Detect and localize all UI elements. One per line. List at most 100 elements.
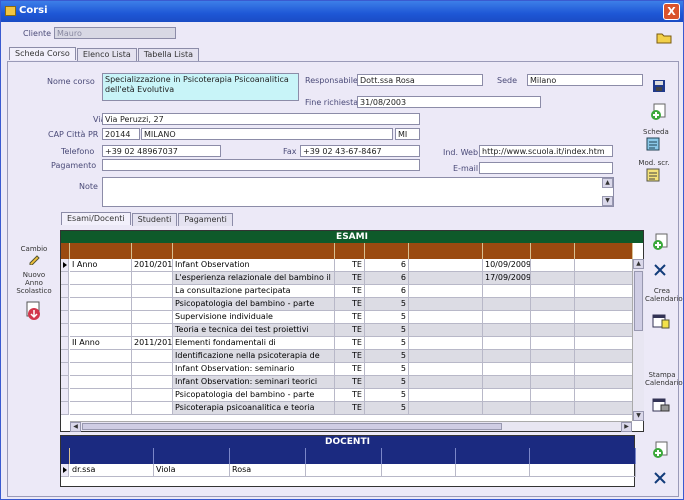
pencil-icon[interactable] — [28, 253, 40, 265]
esami-cell-isc[interactable]: 5 — [365, 298, 409, 311]
esami-cell-data[interactable] — [483, 350, 531, 363]
close-button[interactable]: X — [663, 3, 680, 20]
row-selector[interactable] — [61, 298, 69, 311]
esami-cell-post[interactable]: TE — [335, 272, 365, 285]
esami-cell-anno[interactable] — [132, 272, 173, 285]
esami-cell-esame[interactable]: Psicopatologia del bambino - parte — [173, 389, 335, 402]
esami-cell-post[interactable]: TE — [335, 298, 365, 311]
esami-cell-post[interactable]: TE — [335, 337, 365, 350]
tab-studenti[interactable]: Studenti — [131, 213, 178, 226]
esami-cell-isc[interactable]: 6 — [365, 259, 409, 272]
esami-cell-orario[interactable] — [409, 272, 483, 285]
esami-cell-data[interactable] — [483, 324, 531, 337]
esami-cell-ore[interactable] — [531, 272, 575, 285]
esami-cell-data[interactable] — [483, 285, 531, 298]
esami-cell-ac[interactable] — [70, 285, 132, 298]
esami-cell-anno[interactable] — [132, 363, 173, 376]
note-scroll-down[interactable]: ▼ — [602, 196, 613, 206]
esami-cell-esame[interactable]: Infant Observation — [173, 259, 335, 272]
note-field[interactable] — [102, 177, 614, 207]
esami-cell-data[interactable] — [483, 337, 531, 350]
esami-cell-anno[interactable] — [132, 376, 173, 389]
esami-cell-esame[interactable]: Elementi fondamentali di — [173, 337, 335, 350]
docenti-cell-titolo[interactable]: dr.ssa — [70, 464, 154, 477]
esami-cell-anno[interactable] — [132, 285, 173, 298]
esami-scroll-up[interactable]: ▲ — [633, 259, 644, 269]
esami-cell-data[interactable] — [483, 389, 531, 402]
esami-cell-orario[interactable] — [409, 363, 483, 376]
esami-cell-note[interactable] — [575, 259, 633, 272]
esami-cell-orario[interactable] — [409, 311, 483, 324]
row-selector[interactable] — [61, 350, 69, 363]
web-field[interactable]: http://www.scuola.it/index.htm — [479, 145, 613, 157]
row-selector[interactable] — [61, 311, 69, 324]
esami-cell-ore[interactable] — [531, 324, 575, 337]
esami-cell-ore[interactable] — [531, 337, 575, 350]
esami-cell-ore[interactable] — [531, 389, 575, 402]
esami-cell-data[interactable] — [483, 376, 531, 389]
scissors-icon[interactable] — [653, 263, 667, 277]
row-selector[interactable] — [61, 259, 69, 272]
esami-cell-post[interactable]: TE — [335, 402, 365, 415]
citta-field[interactable]: MILANO — [141, 128, 393, 140]
add-docente-icon[interactable] — [652, 441, 670, 459]
esami-cell-ac[interactable] — [70, 376, 132, 389]
esami-cell-orario[interactable] — [409, 285, 483, 298]
save-icon[interactable] — [652, 79, 666, 93]
esami-cell-note[interactable] — [575, 298, 633, 311]
esami-cell-note[interactable] — [575, 363, 633, 376]
esami-cell-esame[interactable]: L'esperienza relazionale del bambino il — [173, 272, 335, 285]
tab-tabella-lista[interactable]: Tabella Lista — [137, 48, 200, 61]
row-selector[interactable] — [61, 324, 69, 337]
esami-cell-esame[interactable]: La consultazione partecipata — [173, 285, 335, 298]
esami-cell-isc[interactable]: 6 — [365, 285, 409, 298]
esami-cell-post[interactable]: TE — [335, 311, 365, 324]
tab-pagamenti[interactable]: Pagamenti — [178, 213, 233, 226]
docenti-cell-nome[interactable]: Rosa — [230, 464, 306, 477]
esami-cell-post[interactable]: TE — [335, 324, 365, 337]
esami-cell-isc[interactable]: 5 — [365, 311, 409, 324]
row-selector[interactable] — [61, 389, 69, 402]
esami-cell-note[interactable] — [575, 389, 633, 402]
esami-cell-esame[interactable]: Teoria e tecnica dei test proiettivi — [173, 324, 335, 337]
esami-cell-ac[interactable]: II Anno — [70, 337, 132, 350]
esami-cell-esame[interactable]: Psicopatologia del bambino - parte — [173, 298, 335, 311]
esami-scroll-left[interactable]: ◀ — [70, 422, 81, 432]
esami-cell-post[interactable]: TE — [335, 389, 365, 402]
esami-cell-post[interactable]: TE — [335, 363, 365, 376]
esami-scroll-thumb[interactable] — [634, 271, 643, 331]
esami-cell-anno[interactable] — [132, 350, 173, 363]
esami-cell-ac[interactable] — [70, 350, 132, 363]
esami-cell-orario[interactable] — [409, 402, 483, 415]
row-selector[interactable] — [61, 402, 69, 415]
row-selector[interactable] — [61, 285, 69, 298]
pagamento-field[interactable] — [102, 159, 420, 171]
esami-cell-ac[interactable] — [70, 402, 132, 415]
esami-cell-post[interactable]: TE — [335, 376, 365, 389]
esami-cell-orario[interactable] — [409, 324, 483, 337]
docenti-cell-email[interactable] — [456, 464, 530, 477]
docenti-cell-note[interactable] — [530, 464, 636, 477]
docente-row-selector[interactable] — [61, 464, 69, 477]
esami-cell-ac[interactable]: I Anno — [70, 259, 132, 272]
print-calendar-icon[interactable] — [652, 397, 670, 413]
email-field[interactable] — [479, 162, 613, 174]
esami-cell-isc[interactable]: 5 — [365, 402, 409, 415]
fine-richiesta-field[interactable]: 31/08/2003 — [357, 96, 541, 108]
folder-icon[interactable] — [656, 31, 672, 44]
esami-cell-note[interactable] — [575, 311, 633, 324]
scissors-docente-icon[interactable] — [653, 471, 667, 485]
esami-cell-esame[interactable]: Infant Observation: seminario — [173, 363, 335, 376]
esami-cell-isc[interactable]: 5 — [365, 376, 409, 389]
esami-cell-data[interactable]: 10/09/2009 — [483, 259, 531, 272]
note-scroll-up[interactable]: ▲ — [602, 178, 613, 188]
esami-cell-esame[interactable]: Identificazione nella psicoterapia de — [173, 350, 335, 363]
docenti-cell-tel[interactable] — [306, 464, 382, 477]
esami-cell-ac[interactable] — [70, 389, 132, 402]
esami-cell-isc[interactable]: 5 — [365, 350, 409, 363]
esami-cell-data[interactable] — [483, 298, 531, 311]
esami-cell-note[interactable] — [575, 324, 633, 337]
esami-cell-anno[interactable] — [132, 402, 173, 415]
esami-cell-anno[interactable]: 2011/2012 — [132, 337, 173, 350]
esami-scroll-down[interactable]: ▼ — [633, 411, 644, 421]
